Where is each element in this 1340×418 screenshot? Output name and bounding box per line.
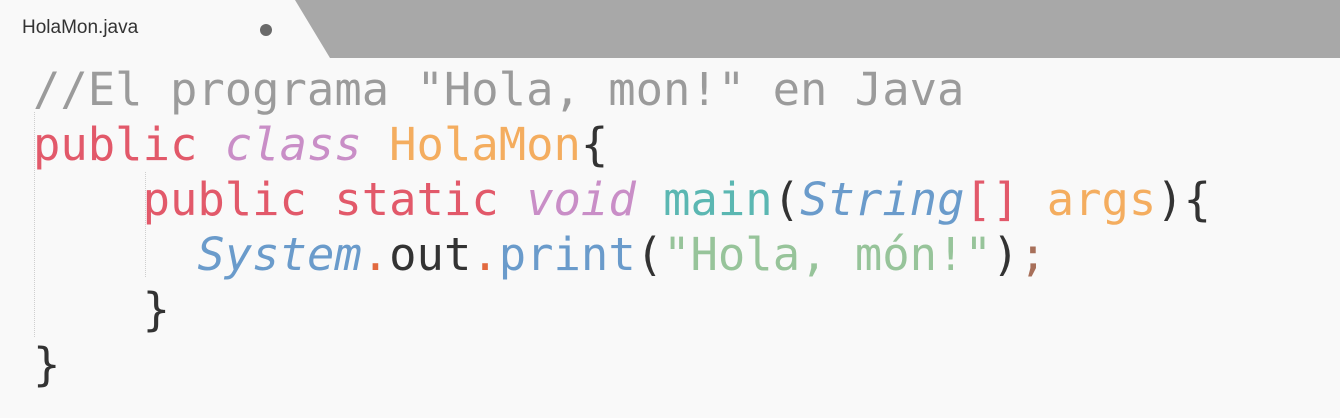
code-line-3: public static void main(String[] args){ — [33, 172, 1211, 227]
keyword-token: static — [334, 173, 499, 226]
code-line-2: public class HolaMon{ — [33, 117, 1211, 172]
brace-token: } — [33, 338, 61, 391]
keyword-token: void — [526, 173, 636, 226]
brace-token: } — [142, 283, 170, 336]
code-line-4: System.out.print("Hola, món!"); — [33, 227, 1211, 282]
code-content[interactable]: //El programa "Hola, mon!" en Java public… — [33, 62, 1211, 392]
keyword-token: public — [33, 118, 198, 171]
paren-token: ( — [772, 173, 801, 226]
field-token: out — [389, 228, 472, 281]
tab-title: HolaMon.java — [22, 17, 139, 38]
method-name-token: main — [663, 173, 773, 226]
paren-brace-token: ){ — [1156, 173, 1212, 226]
tab-bar: HolaMon.java — [0, 0, 1340, 58]
string-token: "Hola, món!" — [663, 228, 992, 281]
comment-token: //El programa "Hola, mon!" en Java — [33, 63, 965, 116]
unsaved-dot-icon[interactable] — [260, 24, 272, 36]
brace-token: { — [580, 118, 609, 171]
dot-token: . — [471, 228, 499, 281]
paren-token: ( — [635, 228, 664, 281]
method-name-token: print — [498, 228, 636, 281]
brackets-token: [] — [964, 173, 1020, 226]
class-name-token: HolaMon — [389, 118, 581, 171]
keyword-token: class — [224, 118, 362, 171]
paren-token: ) — [991, 228, 1020, 281]
semicolon-token: ; — [1019, 228, 1047, 281]
tab-holamon-java[interactable]: HolaMon.java — [0, 0, 330, 58]
code-line-1: //El programa "Hola, mon!" en Java — [33, 62, 1211, 117]
type-token: System — [197, 228, 362, 281]
type-token: String — [800, 173, 965, 226]
parameter-token: args — [1046, 173, 1157, 226]
keyword-token: public — [142, 173, 307, 226]
code-line-5: } — [33, 282, 1211, 337]
dot-token: . — [361, 228, 390, 281]
code-line-6: } — [33, 337, 1211, 392]
